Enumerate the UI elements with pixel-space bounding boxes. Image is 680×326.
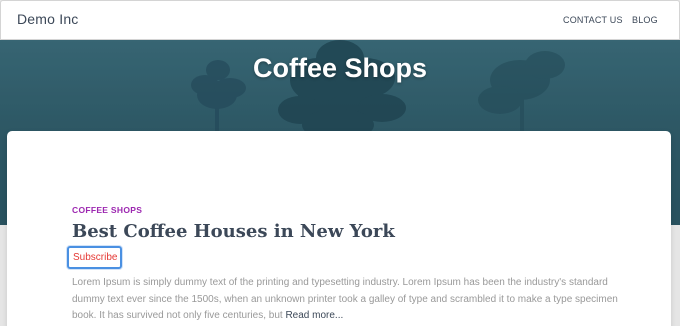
post-category[interactable]: COFFEE SHOPS <box>72 205 142 215</box>
nav-contact-us[interactable]: CONTACT US <box>563 15 623 25</box>
nav-blog[interactable]: BLOG <box>632 15 658 25</box>
top-navbar: Demo Inc CONTACT US BLOG <box>0 0 680 40</box>
brand-logo[interactable]: Demo Inc <box>17 11 79 27</box>
read-more-link[interactable]: Read more... <box>285 310 343 321</box>
post-excerpt-text: Lorem Ipsum is simply dummy text of the … <box>72 277 618 321</box>
subscribe-button[interactable]: Subscribe <box>67 246 122 269</box>
post-card: COFFEE SHOPS Best Coffee Houses in New Y… <box>7 131 671 326</box>
post-excerpt: Lorem Ipsum is simply dummy text of the … <box>72 275 632 325</box>
post-title[interactable]: Best Coffee Houses in New York <box>72 221 395 242</box>
subscribe-label: Subscribe <box>73 252 118 263</box>
hero-title: Coffee Shops <box>252 53 427 83</box>
